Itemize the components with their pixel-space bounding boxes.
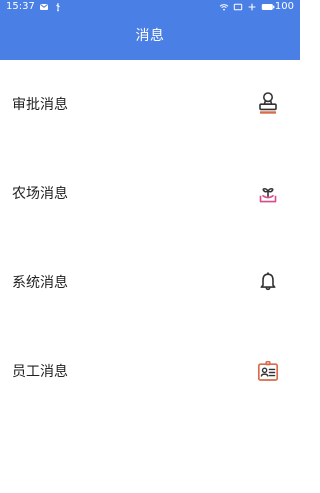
plus-icon (247, 2, 257, 12)
status-bar: 15:37 100 (0, 0, 300, 14)
staff-messages-label: 员工消息 (12, 364, 68, 380)
screen-icon (233, 2, 243, 12)
status-right: 100 (219, 0, 294, 14)
battery-percentage: 100 (274, 1, 294, 12)
battery-icon (261, 2, 275, 12)
farm-messages-label: 农场消息 (12, 186, 68, 202)
page-title: 消息 (135, 28, 165, 44)
approval-messages-label: 审批消息 (12, 97, 68, 113)
usb-icon (53, 2, 63, 12)
bell-icon (254, 268, 282, 296)
farm-messages-item[interactable]: 农场消息 (0, 149, 300, 238)
wifi-icon (219, 2, 229, 12)
system-messages-label: 系统消息 (12, 275, 68, 291)
message-icon (39, 2, 49, 12)
approval-messages-item[interactable]: 审批消息 (0, 60, 300, 149)
seedling-icon (254, 179, 282, 207)
system-messages-item[interactable]: 系统消息 (0, 238, 300, 327)
id-card-icon (254, 357, 282, 385)
app-header: 15:37 100 消息 (0, 0, 300, 60)
stamp-icon (254, 90, 282, 118)
message-category-list: 审批消息 农场消息 系统消息 员工消息 (0, 60, 300, 416)
status-time: 15:37 (6, 1, 35, 12)
staff-messages-item[interactable]: 员工消息 (0, 327, 300, 416)
status-left: 15:37 (6, 0, 63, 14)
